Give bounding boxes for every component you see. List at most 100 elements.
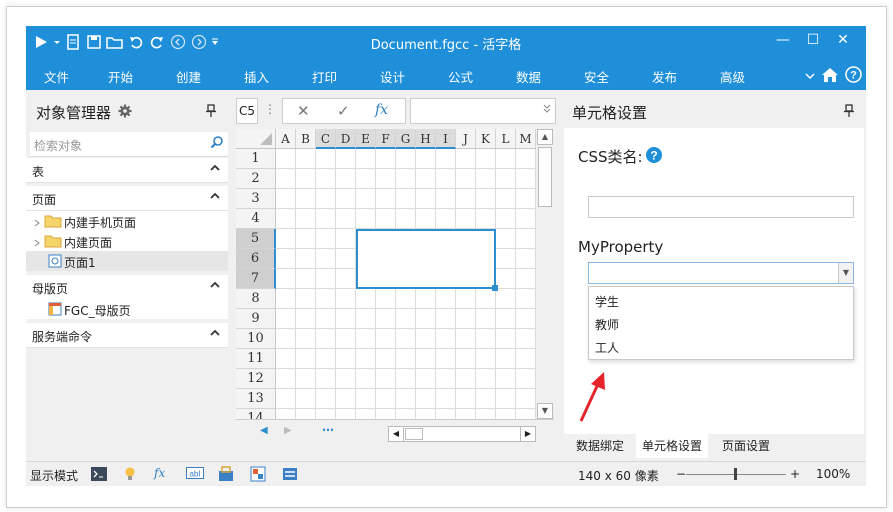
chevron-up-icon[interactable]: [210, 189, 220, 203]
close-icon[interactable]: ✕: [828, 32, 858, 48]
pin-icon[interactable]: [844, 104, 854, 121]
search-input[interactable]: 检索对象: [34, 137, 82, 154]
object-search[interactable]: 检索对象: [30, 132, 228, 157]
row-header[interactable]: 11: [236, 349, 276, 369]
menu-design[interactable]: 设计: [380, 67, 405, 86]
tab-data-binding[interactable]: 数据绑定: [570, 434, 630, 458]
menu-home[interactable]: 开始: [108, 67, 133, 86]
zoom-in-button[interactable]: +: [790, 467, 800, 481]
menu-create[interactable]: 创建: [176, 67, 201, 86]
home-icon[interactable]: [821, 67, 839, 86]
row-header[interactable]: 3: [236, 189, 276, 209]
row-header[interactable]: 6: [236, 249, 276, 269]
name-box[interactable]: C5: [236, 98, 258, 124]
tab-cell-settings[interactable]: 单元格设置: [636, 434, 709, 458]
chevron-up-icon[interactable]: [210, 326, 220, 340]
section-tables[interactable]: 表: [26, 158, 228, 183]
row-header[interactable]: 5: [236, 229, 276, 249]
next-sheet-icon[interactable]: ▶: [284, 425, 292, 436]
scroll-right-icon[interactable]: ▶: [520, 427, 535, 441]
section-pages[interactable]: 页面: [26, 186, 228, 211]
row-header[interactable]: 1: [236, 149, 276, 169]
section-master-pages[interactable]: 母版页: [26, 275, 228, 300]
row-header[interactable]: 7: [236, 269, 276, 289]
minimize-icon[interactable]: —: [768, 32, 798, 48]
row-header[interactable]: 9: [236, 309, 276, 329]
prev-sheet-icon[interactable]: ◀: [260, 425, 268, 436]
collapse-ribbon-icon[interactable]: [805, 69, 815, 83]
scroll-down-icon[interactable]: ▼: [537, 403, 553, 419]
row-header[interactable]: 10: [236, 329, 276, 349]
expand-arrow-icon[interactable]: [34, 216, 40, 230]
toolbox-icon[interactable]: [218, 466, 234, 482]
pin-icon[interactable]: [206, 104, 216, 121]
menu-advanced[interactable]: 高级: [720, 67, 745, 86]
menu-print[interactable]: 打印: [312, 67, 337, 86]
terminal-icon[interactable]: [91, 466, 107, 482]
confirm-formula-icon[interactable]: ✓: [337, 102, 350, 120]
sheet-grid[interactable]: ABCDEFGHIJKLM 1 2 3 4 5 6 7 8 9 10 11 12 13 14: [236, 129, 536, 419]
column-header[interactable]: D: [336, 129, 356, 149]
insert-function-icon[interactable]: fx: [375, 102, 388, 118]
menu-insert[interactable]: 插入: [244, 67, 269, 86]
column-header[interactable]: G: [396, 129, 416, 149]
help-icon[interactable]: ?: [646, 147, 662, 166]
fill-handle[interactable]: [492, 285, 498, 291]
help-icon[interactable]: ?: [845, 66, 862, 86]
chevron-up-icon[interactable]: [210, 161, 220, 175]
cell-grid[interactable]: [276, 149, 536, 419]
lightbulb-icon[interactable]: [122, 466, 138, 482]
column-header[interactable]: M: [516, 129, 536, 149]
hscroll-thumb[interactable]: [405, 428, 423, 440]
name-box-splitter-icon[interactable]: ⋮: [264, 102, 276, 116]
horizontal-scrollbar[interactable]: ◀ ▶: [388, 426, 536, 442]
column-header[interactable]: L: [496, 129, 516, 149]
menu-security[interactable]: 安全: [584, 67, 609, 86]
dropdown-option[interactable]: 教师: [595, 316, 619, 333]
tree-item-builtin-pages[interactable]: 内建页面: [26, 231, 228, 251]
formula-icon[interactable]: fx: [154, 466, 170, 482]
tree-item-master-page[interactable]: FGC_母版页: [26, 299, 228, 319]
css-class-input[interactable]: [588, 196, 854, 218]
column-header[interactable]: E: [356, 129, 376, 149]
search-icon[interactable]: [210, 135, 224, 152]
maximize-icon[interactable]: ☐: [798, 32, 828, 48]
layout-icon[interactable]: [282, 466, 298, 482]
more-sheets-icon[interactable]: ⋯: [322, 423, 334, 437]
textbox-icon[interactable]: abI: [186, 466, 204, 482]
scroll-up-icon[interactable]: ▲: [537, 129, 553, 145]
scroll-left-icon[interactable]: ◀: [389, 427, 404, 441]
menu-formula[interactable]: 公式: [448, 67, 473, 86]
zoom-slider-thumb[interactable]: [734, 468, 737, 480]
grid-settings-icon[interactable]: [250, 466, 266, 482]
my-property-select[interactable]: ▼: [588, 262, 854, 284]
tree-item-page1[interactable]: 页面1: [26, 251, 228, 271]
row-header[interactable]: 13: [236, 389, 276, 409]
selected-cell-range[interactable]: [356, 229, 496, 289]
section-server-commands[interactable]: 服务端命令: [26, 323, 228, 348]
row-header[interactable]: 14: [236, 409, 276, 419]
column-header[interactable]: H: [416, 129, 436, 149]
chevron-up-icon[interactable]: [210, 278, 220, 292]
tree-item-mobile-pages[interactable]: 内建手机页面: [26, 211, 228, 231]
chevron-down-icon[interactable]: ▼: [838, 263, 853, 283]
tab-page-settings[interactable]: 页面设置: [716, 434, 776, 458]
menu-data[interactable]: 数据: [516, 67, 541, 86]
scroll-thumb[interactable]: [538, 147, 552, 207]
menu-publish[interactable]: 发布: [652, 67, 677, 86]
expand-arrow-icon[interactable]: [34, 236, 40, 250]
column-header[interactable]: J: [456, 129, 476, 149]
column-header[interactable]: C: [316, 129, 336, 149]
formula-input[interactable]: [410, 98, 556, 124]
row-header[interactable]: 2: [236, 169, 276, 189]
row-header[interactable]: 4: [236, 209, 276, 229]
column-header[interactable]: F: [376, 129, 396, 149]
column-header[interactable]: I: [436, 129, 456, 149]
menu-file[interactable]: 文件: [44, 67, 69, 86]
select-all-corner[interactable]: [236, 129, 276, 149]
zoom-out-button[interactable]: −: [676, 467, 686, 481]
column-header[interactable]: B: [296, 129, 316, 149]
row-header[interactable]: 12: [236, 369, 276, 389]
vertical-scrollbar[interactable]: ▲ ▼: [536, 129, 554, 419]
row-header[interactable]: 8: [236, 289, 276, 309]
